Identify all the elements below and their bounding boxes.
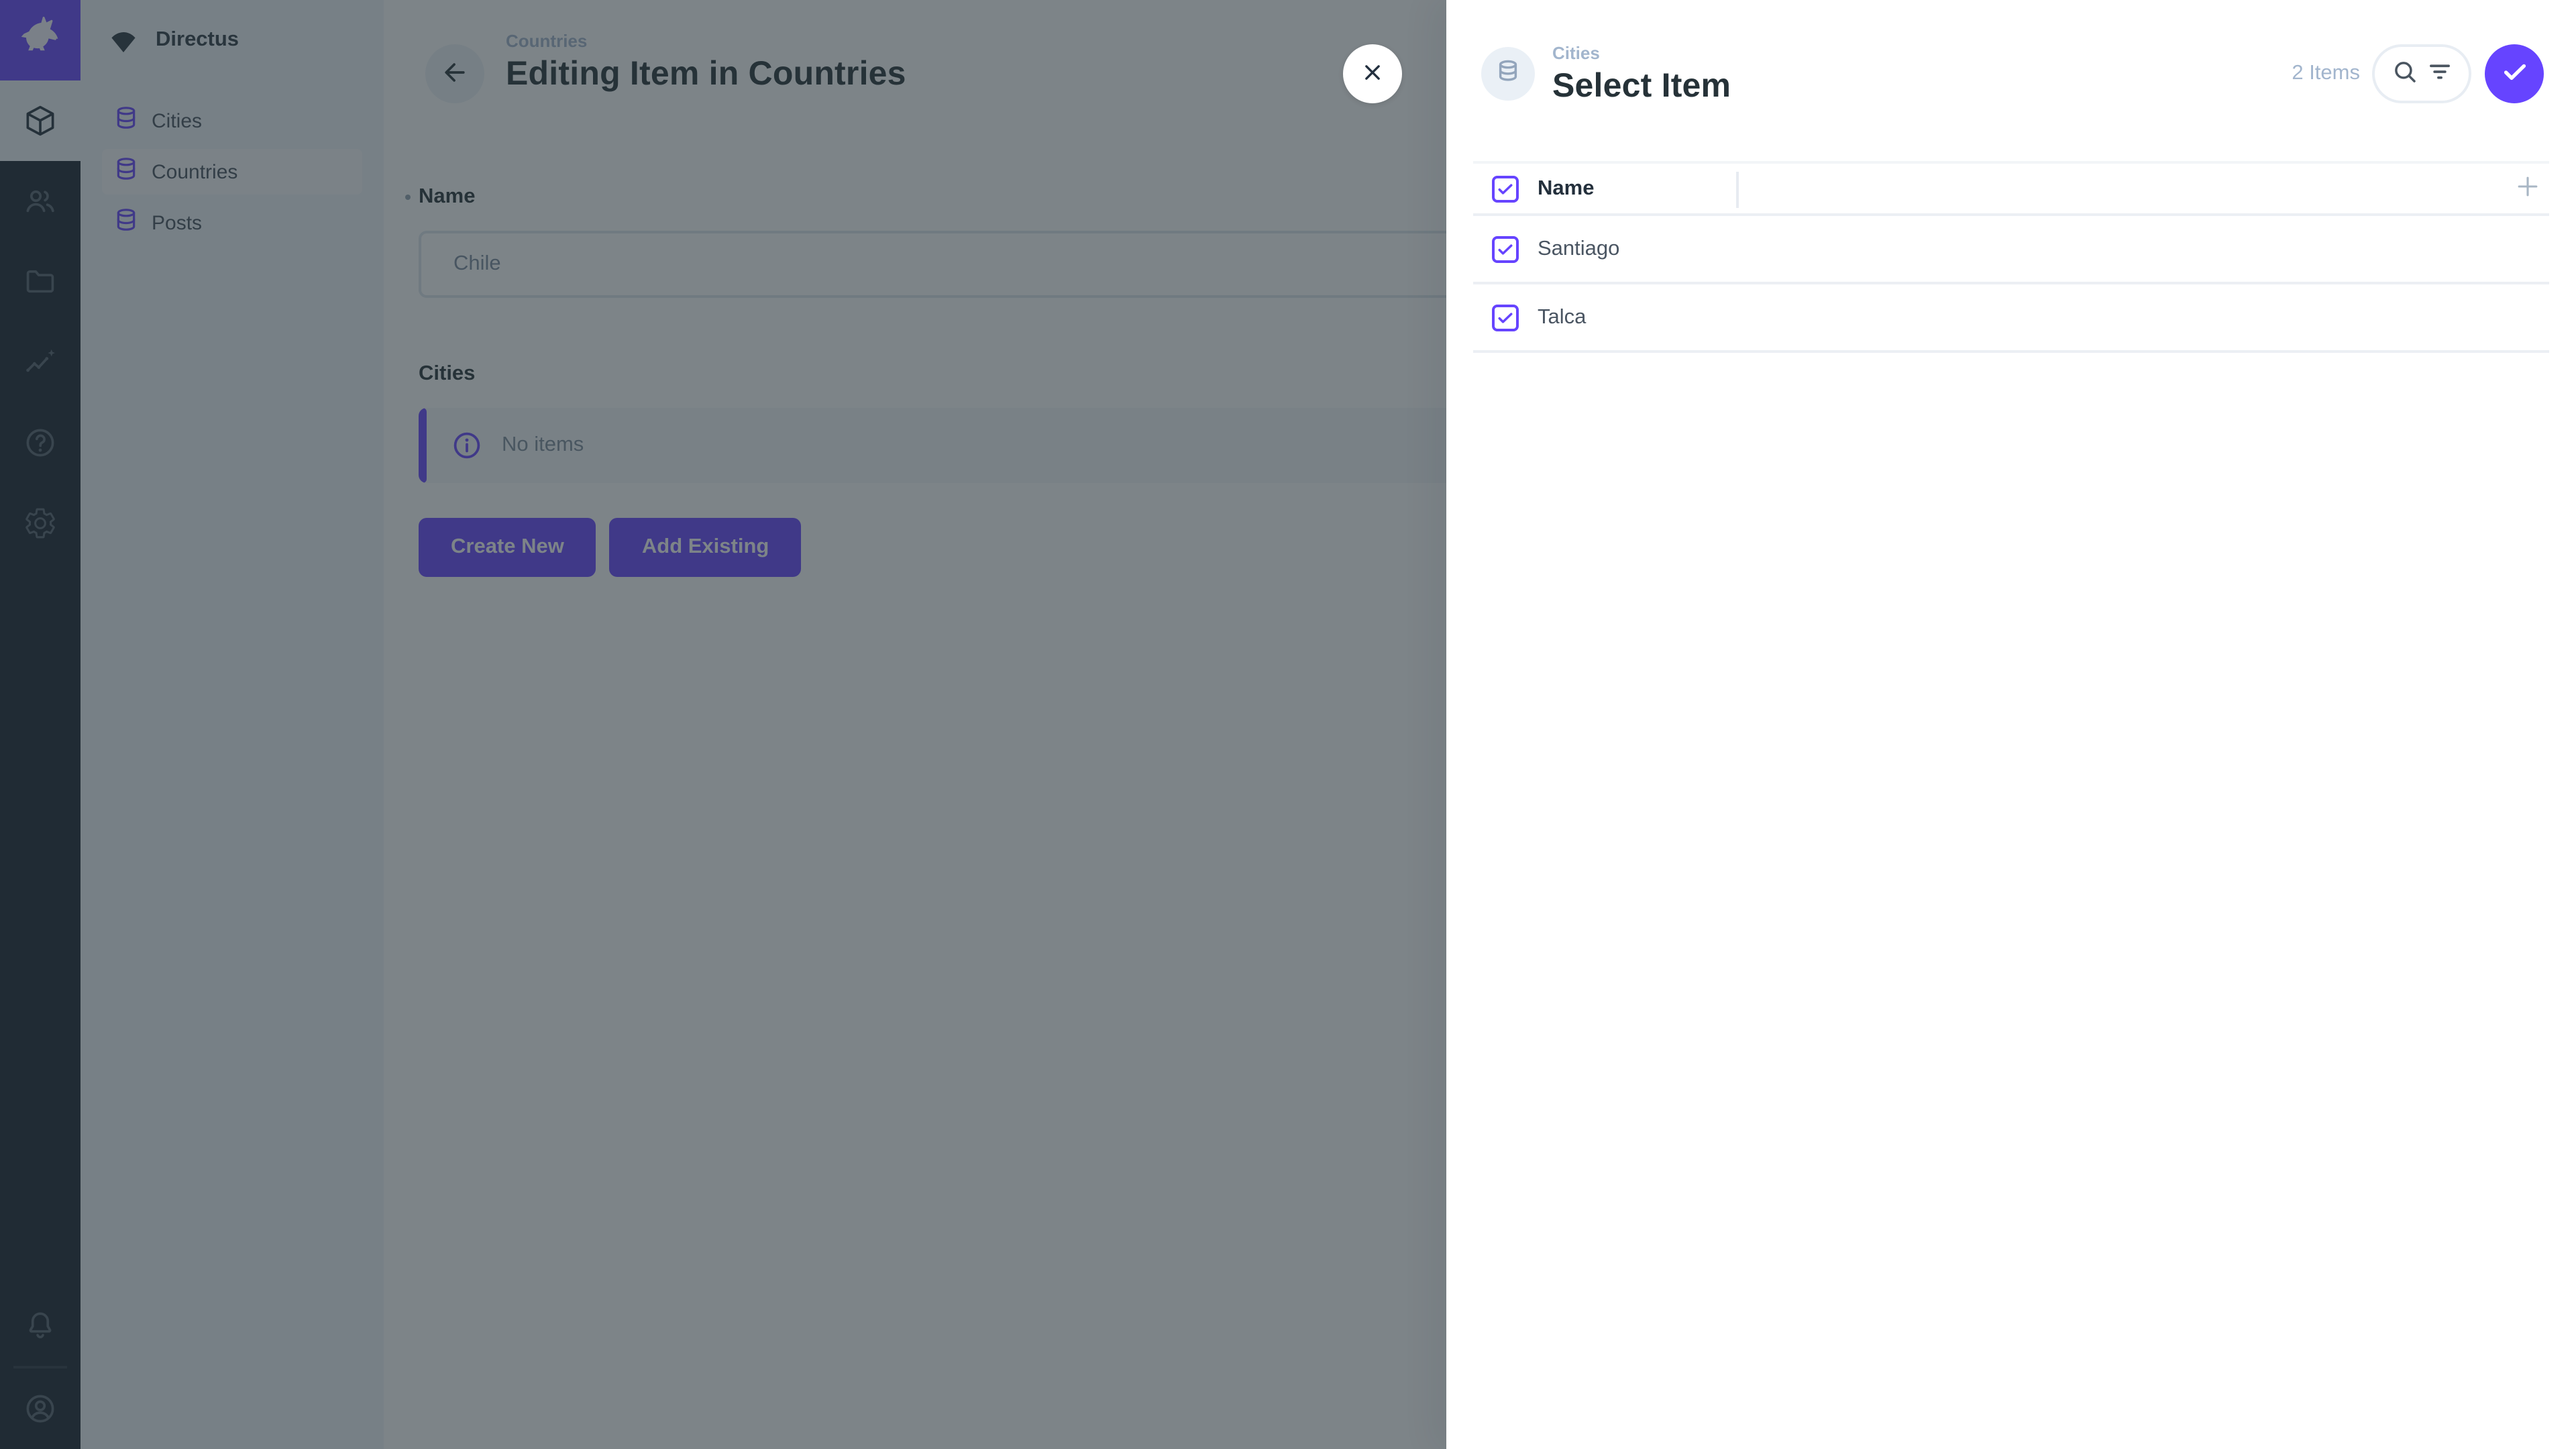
select-item-drawer: Cities Select Item 2 Items	[1446, 0, 2576, 1449]
collection-avatar	[1481, 47, 1535, 101]
drawer-titles: Cities Select Item	[1552, 42, 1731, 105]
items-table: Name Santiago	[1473, 161, 2549, 353]
database-icon	[1493, 56, 1523, 92]
plus-icon	[2513, 172, 2542, 205]
filter-button[interactable]	[2423, 58, 2455, 90]
table-header-row: Name	[1473, 161, 2549, 216]
search-button[interactable]	[2388, 58, 2420, 90]
add-column-button[interactable]	[2509, 170, 2546, 207]
table-row-talca[interactable]: Talca	[1473, 284, 2549, 353]
search-filter-pill[interactable]	[2372, 44, 2471, 103]
drawer-header: Cities Select Item 2 Items	[1446, 0, 2576, 148]
drawer-title: Select Item	[1552, 66, 1731, 105]
confirm-selection-button[interactable]	[2485, 44, 2544, 103]
name-column-header[interactable]: Name	[1538, 176, 1594, 201]
row-checkbox[interactable]	[1492, 304, 1519, 331]
drawer-collection-label: Cities	[1552, 42, 1731, 62]
row-checkbox[interactable]	[1492, 235, 1519, 262]
column-resize-handle[interactable]	[1736, 172, 1739, 208]
directus-app: Directus Cities Countries Posts	[0, 0, 2576, 1449]
row-name: Santiago	[1538, 237, 1619, 261]
items-count: 2 Items	[2292, 62, 2360, 86]
search-icon	[2390, 58, 2418, 90]
close-icon	[1359, 58, 1386, 89]
filter-icon	[2425, 58, 2453, 90]
row-name: Talca	[1538, 305, 1586, 329]
table-row-santiago[interactable]: Santiago	[1473, 216, 2549, 284]
check-icon	[2499, 56, 2530, 91]
select-all-checkbox[interactable]	[1492, 175, 1519, 202]
drawer-close-button[interactable]	[1343, 44, 1402, 103]
